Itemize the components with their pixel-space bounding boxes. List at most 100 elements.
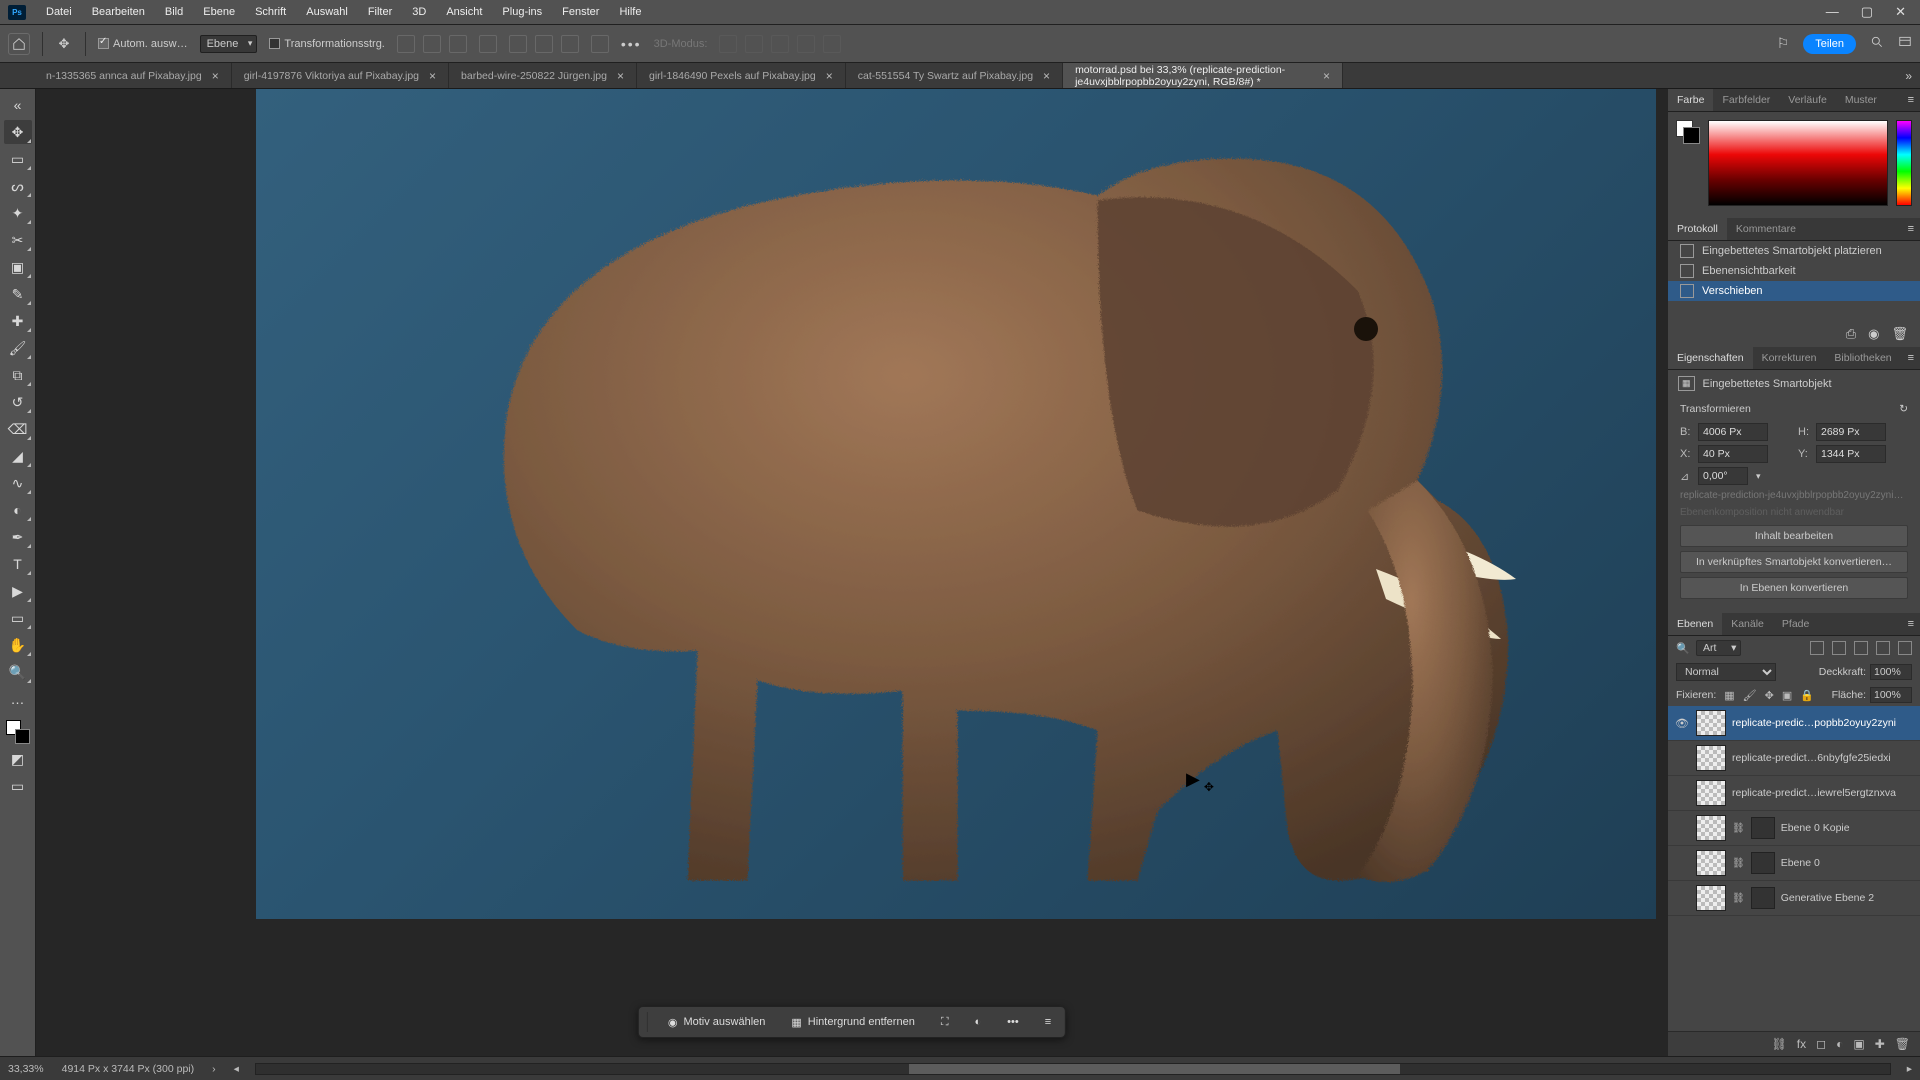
document-tab[interactable]: barbed-wire-250822 Jürgen.jpg× [449, 63, 637, 88]
layer-thumbnail[interactable] [1696, 710, 1726, 736]
menu-ansicht[interactable]: Ansicht [436, 6, 492, 18]
close-tab-icon[interactable]: × [826, 69, 833, 83]
menu-schrift[interactable]: Schrift [245, 6, 296, 18]
link-layers-icon[interactable]: ⛓ [1772, 1037, 1787, 1051]
delete-layer-icon[interactable]: 🗑 [1895, 1037, 1910, 1051]
blend-mode-select[interactable]: Normal [1676, 663, 1776, 681]
zoom-tool[interactable]: 🔍 [4, 660, 32, 684]
new-layer-icon[interactable]: ✚ [1875, 1037, 1885, 1051]
transform-button[interactable]: ⛶ [935, 1013, 955, 1032]
layer-row[interactable]: replicate-predict…iewrel5ergtznxva [1668, 776, 1920, 811]
tab-layers[interactable]: Ebenen [1668, 613, 1722, 635]
mini-swatches[interactable] [1676, 120, 1700, 144]
layer-thumbnail[interactable] [1696, 885, 1726, 911]
close-tab-icon[interactable]: × [429, 69, 436, 83]
adjustment-layer-icon[interactable]: ◐ [1836, 1037, 1843, 1051]
eraser-tool[interactable]: ⌫ [4, 417, 32, 441]
history-item[interactable]: Eingebettetes Smartobjekt platzieren [1668, 241, 1920, 261]
align-center-h-icon[interactable] [423, 35, 441, 53]
close-tab-icon[interactable]: × [617, 69, 624, 83]
filter-search-icon[interactable]: 🔍 [1676, 641, 1690, 655]
move-tool[interactable]: ✥ [4, 120, 32, 144]
layer-name[interactable]: replicate-predic…popbb2oyuy2zyni [1732, 717, 1896, 729]
horizontal-scrollbar[interactable]: ◂▸ [234, 1063, 1912, 1075]
rotation-preset-icon[interactable]: ▾ [1756, 471, 1761, 482]
layer-name[interactable]: replicate-predict…iewrel5ergtznxva [1732, 787, 1896, 799]
shape-tool[interactable]: ▭ [4, 606, 32, 630]
width-input[interactable] [1698, 423, 1768, 441]
invite-icon[interactable]: ⚐ [1777, 35, 1790, 52]
align-top-icon[interactable] [509, 35, 527, 53]
history-item[interactable]: Verschieben [1668, 281, 1920, 301]
layer-thumbnail[interactable] [1696, 745, 1726, 771]
mask-thumbnail[interactable] [1751, 887, 1775, 909]
document-tab[interactable]: motorrad.psd bei 33,3% (replicate-predic… [1063, 63, 1343, 88]
distribute-h-icon[interactable] [479, 35, 497, 53]
lock-pixels-icon[interactable]: 🖌 [1743, 689, 1757, 702]
align-left-icon[interactable] [397, 35, 415, 53]
layer-row[interactable]: ⛓Generative Ebene 2 [1668, 881, 1920, 916]
background-color[interactable] [15, 729, 30, 744]
contextual-task-bar[interactable]: ◉ Motiv auswählen ▦ Hintergrund entferne… [638, 1006, 1066, 1038]
tab-history[interactable]: Protokoll [1668, 218, 1727, 240]
link-mask-icon[interactable]: ⛓ [1732, 858, 1745, 869]
minimize-button[interactable]: ― [1826, 4, 1839, 20]
collapse-toolbar-icon[interactable]: « [4, 93, 32, 117]
hand-tool[interactable]: ✋ [4, 633, 32, 657]
lock-all-icon[interactable]: 🔒 [1800, 689, 1814, 702]
layer-row[interactable]: 👁replicate-predic…popbb2oyuy2zyni [1668, 706, 1920, 741]
menu-bild[interactable]: Bild [155, 6, 193, 18]
lock-position-icon[interactable]: ✥ [1765, 689, 1774, 702]
gradient-tool[interactable]: ◢ [4, 444, 32, 468]
fill-input[interactable] [1870, 687, 1912, 703]
menu-bearbeiten[interactable]: Bearbeiten [82, 6, 155, 18]
layer-thumbnail[interactable] [1696, 815, 1726, 841]
y-input[interactable] [1816, 445, 1886, 463]
frame-tool[interactable]: ▣ [4, 255, 32, 279]
properties-button[interactable]: ≡ [1039, 1013, 1057, 1031]
status-chevron[interactable]: › [212, 1063, 216, 1075]
layer-thumbnail[interactable] [1696, 780, 1726, 806]
tab-libraries[interactable]: Bibliotheken [1825, 347, 1900, 369]
adjust-button[interactable]: ◐ [969, 1013, 988, 1031]
layer-name[interactable]: Generative Ebene 2 [1781, 892, 1874, 904]
tab-overflow-icon[interactable]: » [1897, 63, 1920, 88]
canvas-area[interactable]: ▶✥ ◉ Motiv auswählen ▦ Hintergrund entfe… [36, 89, 1668, 1056]
tab-swatches[interactable]: Farbfelder [1713, 89, 1779, 111]
healing-tool[interactable]: ✚ [4, 309, 32, 333]
filter-pixel-icon[interactable] [1810, 641, 1824, 655]
rotation-input[interactable] [1698, 467, 1748, 485]
menu-plug-ins[interactable]: Plug-ins [492, 6, 552, 18]
menu-fenster[interactable]: Fenster [552, 6, 609, 18]
edit-toolbar-icon[interactable]: … [4, 687, 32, 711]
close-button[interactable]: ✕ [1895, 4, 1906, 20]
link-mask-icon[interactable]: ⛓ [1732, 823, 1745, 834]
history-delete-icon[interactable]: 🗑 [1891, 326, 1908, 342]
crop-tool[interactable]: ✂ [4, 228, 32, 252]
tab-paths[interactable]: Pfade [1773, 613, 1818, 635]
share-button[interactable]: Teilen [1803, 34, 1856, 54]
auto-select-checkbox[interactable]: Autom. ausw… [98, 38, 188, 50]
menu-auswahl[interactable]: Auswahl [296, 6, 358, 18]
filter-shape-icon[interactable] [1876, 641, 1890, 655]
layer-row[interactable]: replicate-predict…6nbyfgfe25iedxi [1668, 741, 1920, 776]
zoom-level[interactable]: 33,33% [8, 1063, 44, 1075]
layer-name[interactable]: replicate-predict…6nbyfgfe25iedxi [1732, 752, 1891, 764]
menu-filter[interactable]: Filter [358, 6, 402, 18]
quick-select-tool[interactable]: ✦ [4, 201, 32, 225]
edit-contents-button[interactable]: Inhalt bearbeiten [1680, 525, 1908, 547]
marquee-tool[interactable]: ▭ [4, 147, 32, 171]
document-tab[interactable]: n-1335365 annca auf Pixabay.jpg× [34, 63, 232, 88]
blur-tool[interactable]: ∿ [4, 471, 32, 495]
transform-controls-checkbox[interactable]: Transformationsstrg. [269, 38, 384, 50]
opacity-input[interactable] [1870, 664, 1912, 680]
height-input[interactable] [1816, 423, 1886, 441]
mask-thumbnail[interactable] [1751, 817, 1775, 839]
search-icon[interactable] [1870, 35, 1884, 52]
layer-row[interactable]: ⛓Ebene 0 Kopie [1668, 811, 1920, 846]
history-snapshot-icon[interactable]: ◉ [1868, 326, 1879, 342]
group-icon[interactable]: ▣ [1853, 1037, 1864, 1051]
type-tool[interactable]: T [4, 552, 32, 576]
layer-thumbnail[interactable] [1696, 850, 1726, 876]
color-spectrum[interactable] [1708, 120, 1888, 206]
